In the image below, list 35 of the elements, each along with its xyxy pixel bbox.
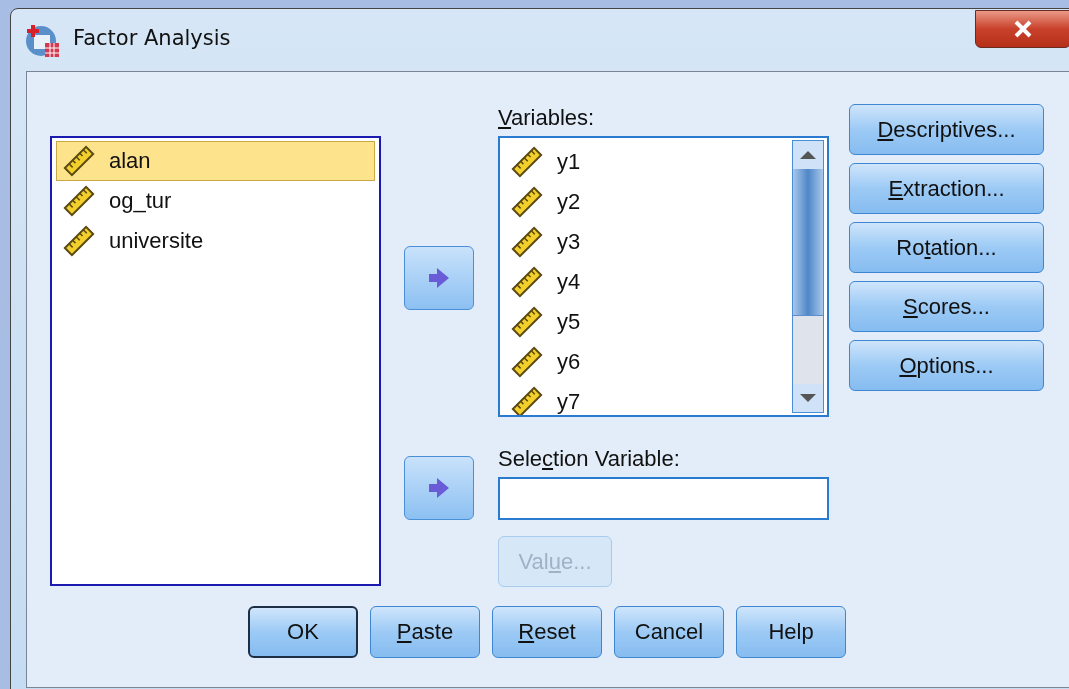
variable-item[interactable]: y7 xyxy=(504,382,792,415)
close-button[interactable] xyxy=(975,10,1069,48)
variable-item[interactable]: alan xyxy=(56,141,375,181)
variable-item[interactable]: universite xyxy=(56,221,375,261)
variable-item[interactable]: y5 xyxy=(504,302,792,342)
dialog-button[interactable]: Paste xyxy=(370,606,480,658)
app-icon xyxy=(25,23,61,59)
move-right-button[interactable] xyxy=(404,456,474,520)
dialog-button[interactable]: Extraction... xyxy=(849,163,1044,214)
variable-item[interactable]: y6 xyxy=(504,342,792,382)
dialog-button[interactable]: Reset xyxy=(492,606,602,658)
scrollbar-thumb[interactable] xyxy=(793,169,823,316)
variables-label: Variables: xyxy=(498,104,595,132)
dialog-button[interactable]: Descriptives... xyxy=(849,104,1044,155)
scroll-up-icon[interactable] xyxy=(799,150,817,160)
arrow-icon xyxy=(427,266,451,290)
scroll-down-icon[interactable] xyxy=(799,393,817,403)
variable-item[interactable]: y4 xyxy=(504,262,792,302)
move-right-button[interactable] xyxy=(404,246,474,310)
variable-item[interactable]: y3 xyxy=(504,222,792,262)
dialog-button[interactable]: Scores... xyxy=(849,281,1044,332)
variable-item[interactable]: y1 xyxy=(504,142,792,182)
dialog-button[interactable]: Cancel xyxy=(614,606,724,658)
variable-item[interactable]: y2 xyxy=(504,182,792,222)
window-title: Factor Analysis xyxy=(73,26,231,50)
close-icon xyxy=(1013,20,1033,38)
selection-variable-label: Selection Variable: xyxy=(498,445,680,473)
dialog-button[interactable]: Help xyxy=(736,606,846,658)
variable-item[interactable]: og_tur xyxy=(56,181,375,221)
dialog-button[interactable]: Options... xyxy=(849,340,1044,391)
dialog-button[interactable]: Rotation... xyxy=(849,222,1044,273)
scrollbar[interactable] xyxy=(792,140,824,413)
selection-variable-field[interactable] xyxy=(498,477,829,520)
arrow-icon xyxy=(427,476,451,500)
dialog-button[interactable]: OK xyxy=(248,606,358,658)
